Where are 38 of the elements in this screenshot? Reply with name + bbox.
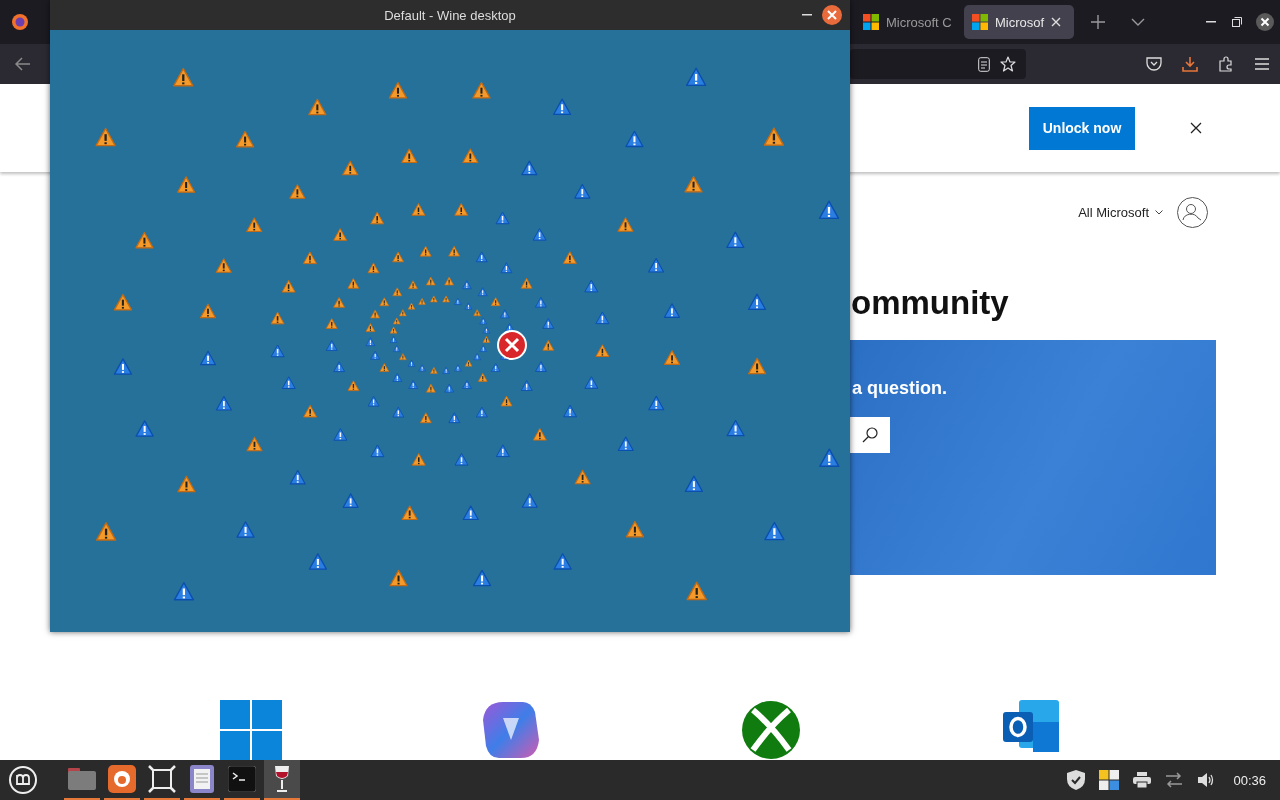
window-title: Default - Wine desktop (384, 7, 516, 23)
all-microsoft-menu[interactable]: All Microsoft (1078, 204, 1163, 220)
search-field[interactable] (850, 417, 890, 453)
browser-tab[interactable]: Microsoft C (855, 5, 960, 39)
mint-menu-icon[interactable] (8, 765, 38, 795)
mail-app-logo-icon (1003, 700, 1059, 752)
printer-icon[interactable] (1133, 772, 1152, 788)
star-icon[interactable] (1000, 56, 1016, 72)
close-icon[interactable] (822, 5, 842, 25)
tab-title: Microsoft C (886, 14, 952, 30)
color-squares-icon[interactable] (1099, 770, 1120, 790)
search-icon (862, 427, 878, 443)
close-icon[interactable] (1190, 122, 1202, 134)
wine-glass-icon (273, 765, 291, 793)
address-bar[interactable] (850, 49, 1026, 79)
caret-icon (1155, 209, 1163, 215)
four-squares-logo-icon (863, 14, 879, 30)
shield-check-icon[interactable] (1067, 770, 1086, 790)
tab-title: Microsof (995, 14, 1045, 30)
taskbar-app[interactable] (264, 760, 300, 800)
user-avatar-icon[interactable] (1177, 196, 1208, 228)
unlock-now-button[interactable]: Unlock now (1029, 106, 1135, 150)
network-arrows-icon[interactable] (1165, 772, 1184, 788)
document-icon (190, 765, 214, 793)
frame-icon (148, 765, 176, 793)
page-heading: ommunity (850, 285, 1010, 321)
gradient-hexagon-logo-icon (483, 700, 539, 760)
clock-time: 00:36 (1233, 772, 1266, 788)
hero-text: a question. (851, 378, 947, 399)
reader-view-icon[interactable] (978, 56, 990, 72)
volume-icon[interactable] (1197, 772, 1216, 788)
crossed-sphere-logo-icon (741, 700, 801, 760)
terminal-icon (228, 766, 256, 792)
four-squares-logo-icon (972, 14, 988, 30)
folder-icon (68, 768, 96, 790)
browser-tab[interactable]: Microsof (964, 5, 1074, 39)
four-panes-logo-icon (220, 700, 282, 760)
minimize-icon[interactable] (802, 14, 812, 16)
